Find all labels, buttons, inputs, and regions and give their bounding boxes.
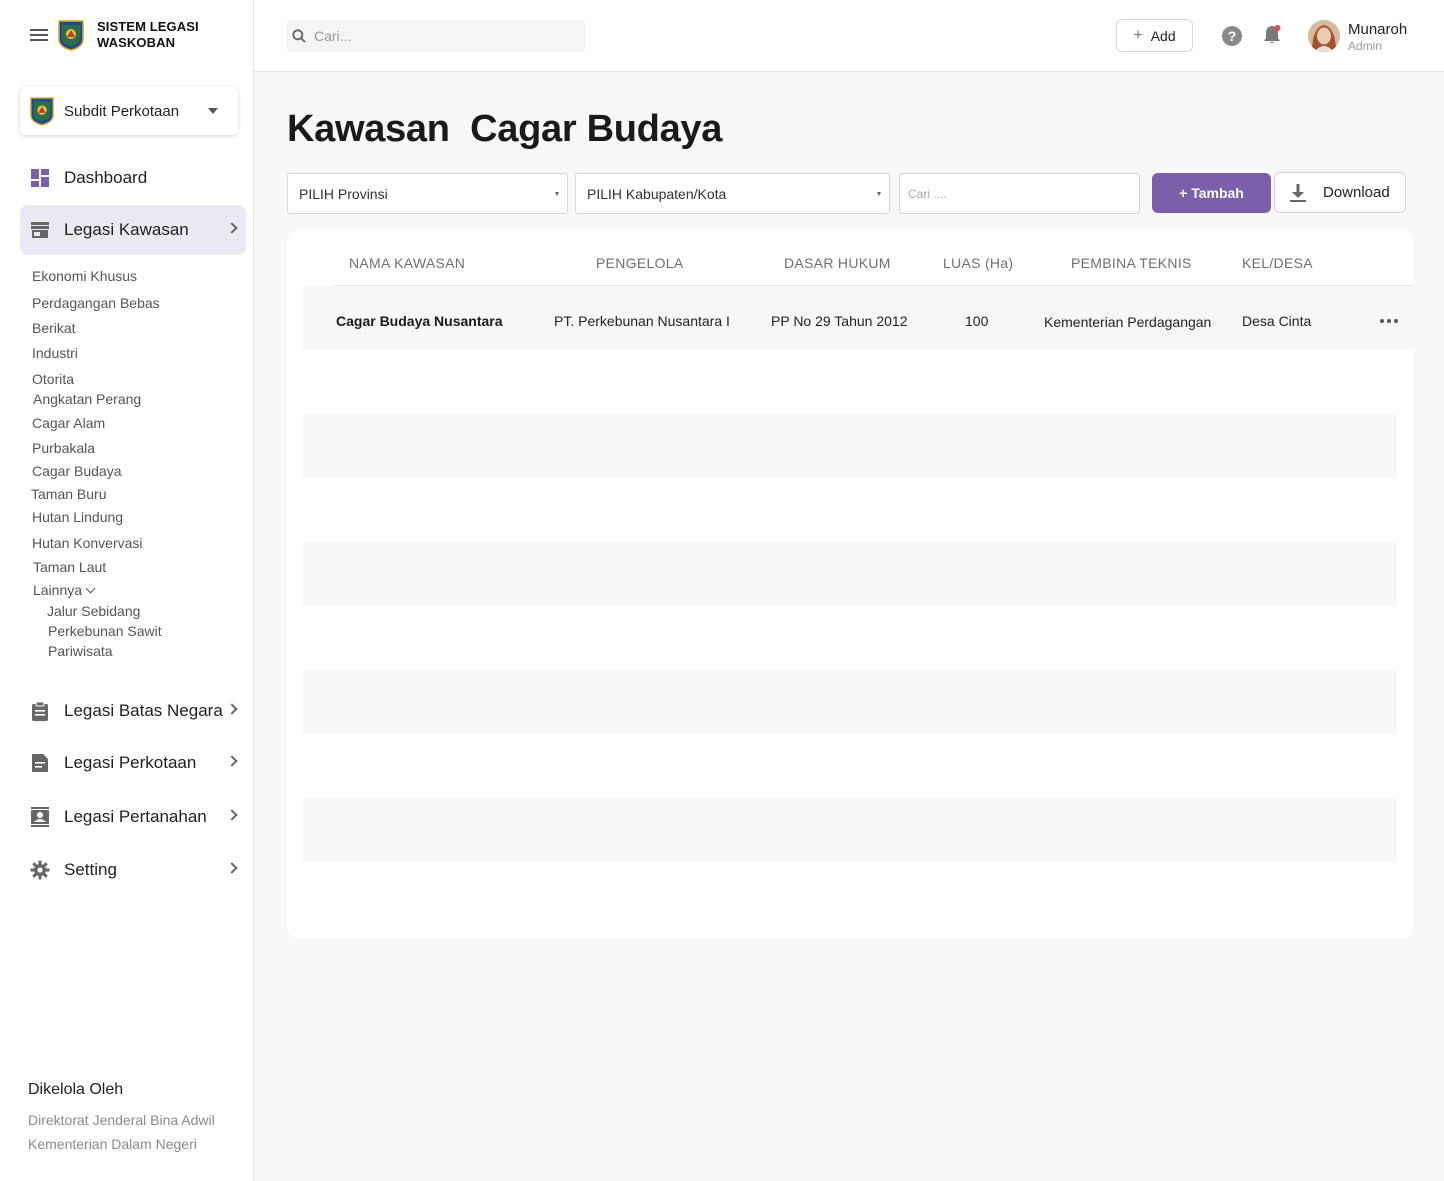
notification-bell-icon[interactable]: [1262, 24, 1282, 46]
managed-by-title: Dikelola Oleh: [28, 1081, 124, 1098]
column-header-pengelola: PENGELOLA: [596, 255, 684, 271]
caret-down-icon: [208, 108, 218, 114]
cell-luas: 100: [965, 313, 989, 329]
store-icon: [30, 220, 50, 240]
dashboard-icon: [30, 168, 50, 188]
submenu-perkebunan-sawit[interactable]: Perkebunan Sawit: [48, 623, 162, 639]
submenu-hutan-konvervasi[interactable]: Hutan Konvervasi: [32, 535, 143, 551]
add-button-label: Add: [1150, 27, 1176, 44]
tambah-button[interactable]: + Tambah: [1152, 173, 1271, 213]
top-bar: + Add ? Munaroh Admin: [254, 0, 1444, 72]
column-header-pembina-teknis: PEMBINA TEKNIS: [1071, 255, 1192, 271]
submenu-perdagangan-bebas[interactable]: Perdagangan Bebas: [32, 295, 160, 311]
sidebar: SISTEM LEGASI WASKOBAN Subdit Perkotaan …: [0, 0, 254, 1181]
user-name: Munaroh: [1348, 21, 1408, 38]
submenu-jalur-sebidang[interactable]: Jalur Sebidang: [47, 603, 140, 619]
province-select-value: PILIH Provinsi: [299, 185, 388, 202]
nav-legasi-kawasan[interactable]: Legasi Kawasan: [20, 205, 246, 255]
nav-label: Dashboard: [64, 168, 148, 187]
submenu-cagar-budaya[interactable]: Cagar Budaya: [32, 463, 122, 479]
column-header-kel-desa: KEL/DESA: [1242, 255, 1313, 271]
column-header-luas: LUAS (Ha): [943, 255, 1014, 271]
submenu-purbakala[interactable]: Purbakala: [32, 440, 95, 456]
nav-label: Legasi Pertanahan: [64, 807, 207, 826]
clipboard-icon: [30, 701, 50, 721]
download-icon: [1290, 183, 1306, 202]
nav-label: Legasi Perkotaan: [64, 753, 197, 772]
city-select-value: PILIH Kabupaten/Kota: [587, 185, 727, 202]
app-title-line2: WASKOBAN: [97, 35, 176, 50]
column-header-dasar-hukum: DASAR HUKUM: [784, 255, 891, 271]
data-table: NAMA KAWASAN PENGELOLA DASAR HUKUM LUAS …: [287, 231, 1413, 938]
department-emblem-icon: [30, 96, 54, 126]
nav-label: Legasi Kawasan: [64, 220, 189, 239]
nav-label: Legasi Batas Negara: [64, 701, 223, 720]
plus-icon: +: [1133, 26, 1143, 44]
search-icon: [292, 29, 306, 43]
submenu-hutan-lindung[interactable]: Hutan Lindung: [32, 509, 123, 525]
cell-nama-kawasan: Cagar Budaya Nusantara: [336, 313, 503, 329]
cell-pembina-teknis: Kementerian Perdagangan: [1044, 314, 1212, 330]
global-search-input[interactable]: [314, 28, 574, 44]
page-title: Kawasan Cagar Budaya: [287, 108, 723, 150]
submenu-taman-buru[interactable]: Taman Buru: [31, 486, 106, 502]
dropdown-arrow-icon: [555, 192, 559, 196]
download-button-label: Download: [1323, 184, 1390, 201]
table-row-empty: [303, 798, 1397, 862]
chevron-down-icon: [85, 583, 96, 594]
submenu-industri[interactable]: Industri: [32, 345, 78, 361]
nav-setting[interactable]: Setting: [20, 845, 246, 895]
nav-legasi-perkotaan[interactable]: Legasi Perkotaan: [20, 738, 246, 788]
city-select[interactable]: PILIH Kabupaten/Kota: [575, 173, 890, 214]
emblem-logo: [58, 19, 84, 51]
contact-card-icon: [30, 807, 50, 827]
table-row-empty: [303, 670, 1397, 734]
cell-dasar-hukum: PP No 29 Tahun 2012: [771, 313, 908, 329]
table-row[interactable]: Cagar Budaya Nusantara PT. Perkebunan Nu…: [303, 286, 1413, 350]
table-row-empty: [303, 414, 1397, 478]
brand: SISTEM LEGASI WASKOBAN: [30, 19, 199, 51]
managed-by-directorate: Direktorat Jenderal Bina Adwil: [28, 1112, 215, 1128]
cell-pengelola: PT. Perkebunan Nusantara I: [554, 313, 730, 329]
chevron-right-icon: [226, 222, 238, 234]
submenu-taman-laut[interactable]: Taman Laut: [33, 559, 106, 575]
app-title-line1: SISTEM LEGASI: [97, 19, 199, 34]
global-search: [286, 20, 586, 52]
submenu-otorita[interactable]: Otorita: [32, 371, 74, 387]
user-avatar[interactable]: [1308, 20, 1340, 52]
submenu-angkatan-perang[interactable]: Angkatan Perang: [33, 391, 141, 407]
user-role: Admin: [1348, 39, 1383, 53]
table-row-empty: [303, 542, 1397, 606]
submenu-lainnya[interactable]: Lainnya: [33, 582, 96, 598]
row-actions-more-icon[interactable]: [1380, 319, 1398, 323]
add-button[interactable]: + Add: [1116, 19, 1193, 52]
chevron-right-icon: [226, 862, 238, 874]
dropdown-arrow-icon: [877, 192, 881, 196]
table-search-input[interactable]: [899, 173, 1140, 214]
gear-icon: [30, 860, 50, 880]
chevron-right-icon: [226, 755, 238, 767]
department-label: Subdit Perkotaan: [64, 102, 180, 120]
column-header-nama-kawasan: NAMA KAWASAN: [349, 255, 466, 271]
cell-kel-desa: Desa Cinta: [1242, 313, 1312, 329]
download-button[interactable]: Download: [1274, 172, 1406, 213]
chevron-right-icon: [226, 809, 238, 821]
chevron-right-icon: [226, 703, 238, 715]
submenu-pariwisata[interactable]: Pariwisata: [48, 643, 113, 659]
province-select[interactable]: PILIH Provinsi: [287, 173, 568, 214]
nav-legasi-batas-negara[interactable]: Legasi Batas Negara: [20, 686, 246, 736]
hamburger-menu-icon[interactable]: [30, 28, 48, 42]
managed-by-ministry: Kementerian Dalam Negeri: [28, 1136, 197, 1152]
nav-dashboard[interactable]: Dashboard: [20, 153, 246, 203]
nav-legasi-pertanahan[interactable]: Legasi Pertanahan: [20, 792, 246, 842]
document-icon: [30, 753, 50, 773]
department-select[interactable]: Subdit Perkotaan: [20, 87, 238, 135]
app-title: SISTEM LEGASI WASKOBAN: [97, 19, 199, 51]
submenu-ekonomi-khusus[interactable]: Ekonomi Khusus: [32, 268, 137, 284]
submenu-cagar-alam[interactable]: Cagar Alam: [32, 415, 105, 431]
submenu-berikat[interactable]: Berikat: [32, 320, 76, 336]
submenu-lainnya-label: Lainnya: [33, 582, 83, 598]
nav-label: Setting: [64, 860, 117, 879]
help-icon[interactable]: ?: [1222, 26, 1242, 46]
